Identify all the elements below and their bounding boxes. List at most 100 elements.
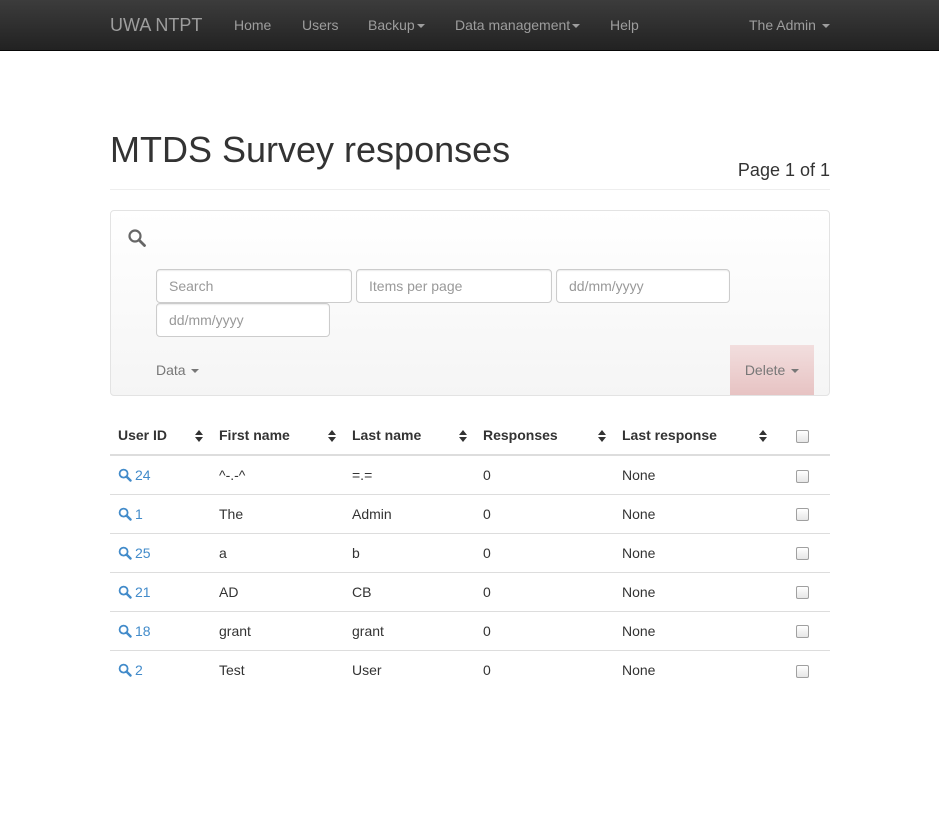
caret-down-icon bbox=[572, 24, 581, 29]
search-icon[interactable] bbox=[127, 228, 147, 248]
user-detail-link[interactable]: 25 bbox=[118, 545, 151, 561]
user-id-label: 18 bbox=[135, 622, 151, 639]
cell-last-name: CB bbox=[344, 571, 475, 611]
row-select-checkbox[interactable] bbox=[796, 508, 809, 522]
column-header-responses[interactable]: Responses bbox=[475, 416, 614, 456]
date-from-input[interactable] bbox=[556, 269, 730, 303]
cell-last-response: None bbox=[614, 571, 775, 611]
cell-first-name: AD bbox=[211, 571, 344, 611]
table-row: 21 AD CB 0 None bbox=[110, 571, 830, 611]
cell-select bbox=[775, 571, 830, 611]
table-row: 24 ^-.-^ =.= 0 None bbox=[110, 455, 830, 494]
cell-first-name: The bbox=[211, 493, 344, 533]
cell-user-id: 1 bbox=[110, 493, 211, 533]
row-select-checkbox[interactable] bbox=[796, 664, 809, 678]
column-header-user-id[interactable]: User ID bbox=[110, 416, 211, 456]
cell-last-name: =.= bbox=[352, 466, 373, 483]
user-detail-link[interactable]: 24 bbox=[118, 467, 151, 483]
user-id-label: 24 bbox=[135, 466, 151, 483]
cell-user-id: 21 bbox=[110, 571, 211, 611]
column-header-label: User ID bbox=[118, 427, 168, 443]
items-per-page-input[interactable] bbox=[356, 269, 552, 303]
cell-responses: 0 bbox=[475, 649, 614, 689]
cell-responses: 0 bbox=[483, 466, 491, 483]
nav-item-help[interactable]: Help bbox=[610, 0, 639, 50]
cell-user-id: 24 bbox=[110, 455, 211, 494]
cell-responses: 0 bbox=[475, 493, 614, 533]
column-header-last-name[interactable]: Last name bbox=[344, 416, 475, 456]
caret-down-icon bbox=[416, 24, 425, 29]
search-icon bbox=[118, 585, 132, 599]
sort-icon[interactable] bbox=[195, 430, 203, 442]
table-header-row: User ID First name Last name Responses L… bbox=[110, 416, 830, 456]
table-row: 2 Test User 0 None bbox=[110, 649, 830, 689]
page-info: Page 1 of 1 bbox=[737, 160, 830, 180]
column-header-label: Responses bbox=[483, 427, 558, 443]
cell-user-id: 2 bbox=[110, 649, 211, 689]
sort-icon[interactable] bbox=[598, 430, 606, 442]
user-menu[interactable]: The Admin bbox=[749, 0, 830, 50]
nav-item-data-management[interactable]: Data management bbox=[455, 0, 581, 50]
cell-select bbox=[775, 610, 830, 650]
row-select-checkbox[interactable] bbox=[796, 469, 809, 483]
column-header-label: Last name bbox=[352, 427, 422, 443]
user-id-label: 1 bbox=[135, 505, 143, 522]
page-header: MTDS Survey responses Page 1 of 1 bbox=[110, 120, 830, 190]
table-row: 1 The Admin 0 None bbox=[110, 493, 830, 533]
caret-down-icon bbox=[191, 369, 200, 374]
page-title: MTDS Survey responses bbox=[110, 129, 511, 170]
cell-last-response: None bbox=[614, 649, 775, 689]
user-detail-link[interactable]: 21 bbox=[118, 584, 151, 600]
table-row: 25 a b 0 None bbox=[110, 532, 830, 572]
nav-item-backup[interactable]: Backup bbox=[368, 0, 425, 50]
search-input[interactable] bbox=[156, 269, 352, 303]
delete-dropdown[interactable]: Delete bbox=[730, 345, 814, 395]
nav-item-help-label: Help bbox=[610, 17, 639, 33]
user-detail-link[interactable]: 1 bbox=[118, 506, 143, 522]
search-icon bbox=[118, 624, 132, 638]
column-header-last-response[interactable]: Last response bbox=[614, 416, 775, 456]
nav-item-data-management-label: Data management bbox=[455, 17, 571, 33]
cell-responses: 0 bbox=[475, 571, 614, 611]
user-id-label: 2 bbox=[135, 661, 143, 678]
cell-last-response: None bbox=[622, 466, 656, 483]
user-detail-link[interactable]: 2 bbox=[118, 662, 143, 678]
cell-last-name: b bbox=[344, 532, 475, 572]
search-icon bbox=[118, 546, 132, 560]
sort-icon[interactable] bbox=[759, 430, 767, 442]
user-detail-link[interactable]: 18 bbox=[118, 623, 151, 639]
nav-item-home-label: Home bbox=[234, 17, 272, 33]
table-row: 18 grant grant 0 None bbox=[110, 610, 830, 650]
cell-last-name: Admin bbox=[344, 493, 475, 533]
nav-item-backup-label: Backup bbox=[368, 17, 415, 33]
cell-last-name: User bbox=[344, 649, 475, 689]
cell-first-name: grant bbox=[211, 610, 344, 650]
cell-select bbox=[775, 649, 830, 689]
select-all-checkbox[interactable] bbox=[796, 429, 809, 443]
cell-user-id: 18 bbox=[110, 610, 211, 650]
cell-last-response: None bbox=[614, 610, 775, 650]
brand-link[interactable]: UWA NTPT bbox=[110, 0, 202, 50]
user-id-label: 25 bbox=[135, 544, 151, 561]
row-select-checkbox[interactable] bbox=[796, 547, 809, 561]
cell-select bbox=[775, 493, 830, 533]
caret-down-icon bbox=[791, 369, 800, 374]
filter-panel: Data Delete bbox=[110, 210, 830, 396]
row-select-checkbox[interactable] bbox=[796, 625, 809, 639]
search-icon bbox=[118, 663, 132, 677]
date-to-input[interactable] bbox=[156, 303, 330, 337]
data-dropdown[interactable]: Data bbox=[156, 345, 200, 395]
cell-first-name: a bbox=[211, 532, 344, 572]
sort-icon[interactable] bbox=[459, 430, 467, 442]
nav-item-users[interactable]: Users bbox=[302, 0, 339, 50]
responses-table: User ID First name Last name Responses L… bbox=[110, 416, 830, 689]
user-menu-label: The Admin bbox=[749, 17, 816, 33]
cell-last-response: None bbox=[614, 493, 775, 533]
sort-icon[interactable] bbox=[328, 430, 336, 442]
column-header-first-name[interactable]: First name bbox=[211, 416, 344, 456]
cell-first-name: ^-.-^ bbox=[219, 466, 246, 483]
nav-item-home[interactable]: Home bbox=[234, 0, 271, 50]
search-icon bbox=[118, 468, 132, 482]
row-select-checkbox[interactable] bbox=[796, 586, 809, 600]
column-header-select-all bbox=[775, 416, 830, 456]
